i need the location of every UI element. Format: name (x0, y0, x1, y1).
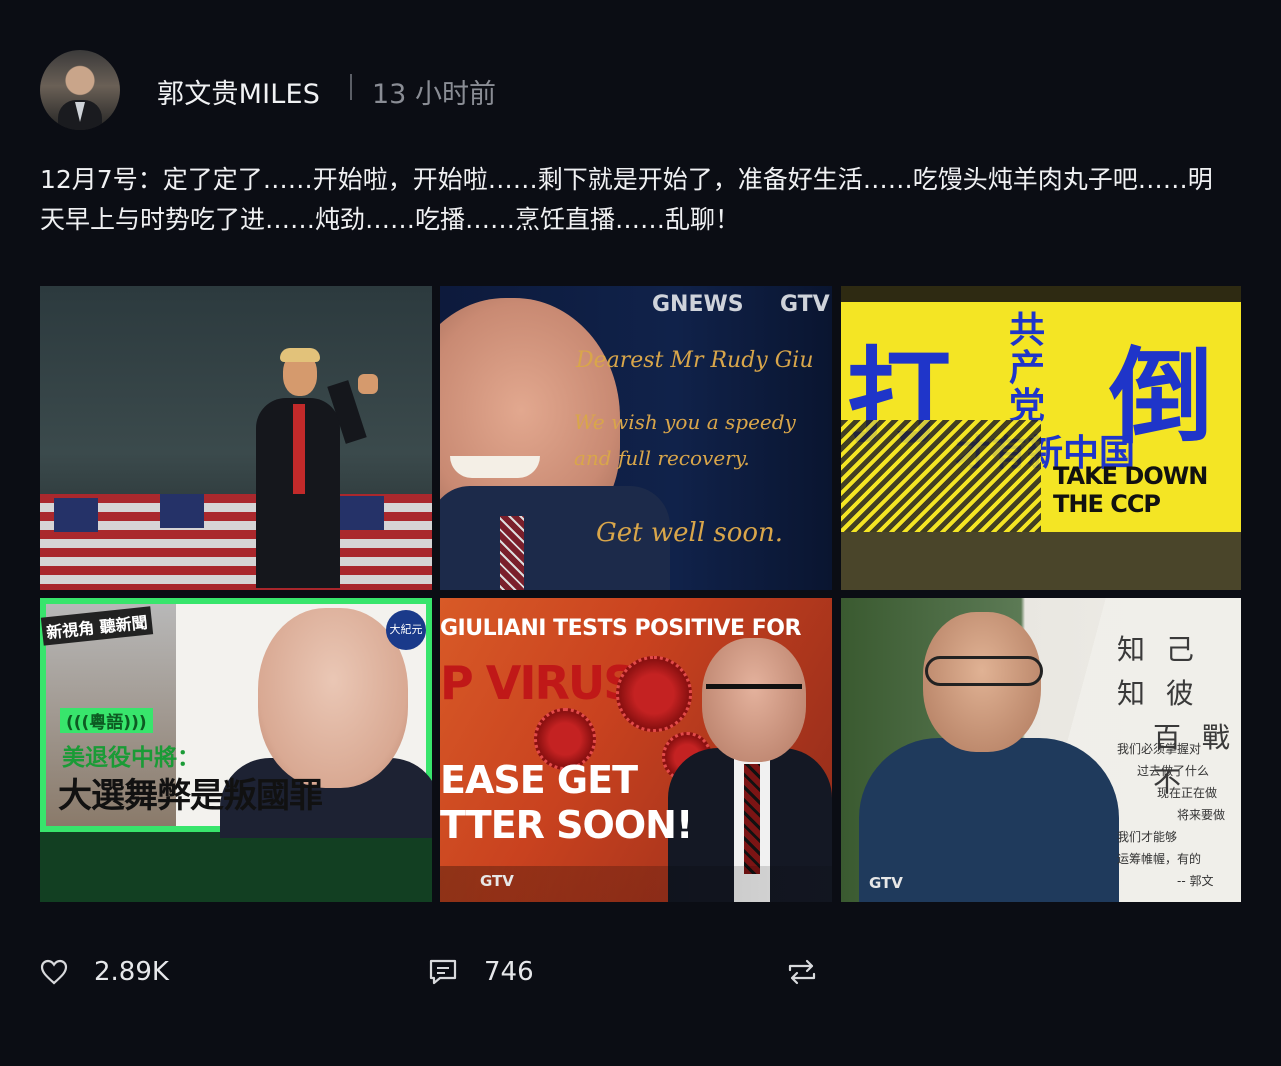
quote-line: 我们必须掌握对 (1117, 742, 1202, 756)
image-poster[interactable]: 打 共产党 倒 才有新中国 TAKE DOWN THE CCP (841, 286, 1241, 590)
image-news-thumb[interactable]: 新視角 聽新聞 大紀元 (((粵語))) 美退役中將： 大選舞弊是叛國罪 (40, 598, 432, 902)
image-grid: GNEWS GTV Dearest Mr Rudy Giu We wish yo… (40, 286, 1241, 902)
poster-top-band (841, 286, 1241, 302)
language-tag: (((粵語))) (60, 708, 153, 733)
gtv-logo: GTV (480, 872, 514, 890)
image-get-well-card[interactable]: GNEWS GTV Dearest Mr Rudy Giu We wish yo… (440, 286, 832, 590)
image-rally[interactable] (40, 286, 432, 590)
action-bar: 2.89K 746 (0, 940, 1281, 1004)
man-tie (744, 764, 760, 874)
person-fist (358, 374, 378, 394)
quote-line: 过去做了什么 (1137, 764, 1210, 778)
glasses (925, 656, 1043, 686)
gtv-logo: GTV (780, 292, 830, 317)
poster-char-2: 共产党 (1009, 310, 1046, 427)
card-line-4: Get well soon. (596, 518, 784, 548)
image-portrait[interactable]: 知 己 知 彼 百 戰 不 我们必须掌握对 过去做了什么 现在正在做 将来要做 … (841, 598, 1241, 902)
post-time: 13 小时前 (372, 79, 496, 110)
comment-icon (428, 958, 458, 986)
header-divider (350, 74, 352, 100)
post-card: 郭文贵MILES 13 小时前 12月7号：定了定了……开始啦，开始啦……剩下就… (0, 0, 1281, 1066)
post-text: 12月7号：定了定了……开始啦，开始啦……剩下就是开始了，准备好生活……吃馒头炖… (40, 165, 1213, 234)
man-head (258, 608, 408, 788)
virus-text: P VIRUS (440, 656, 636, 710)
heart-icon (40, 959, 68, 985)
quote-line: 现在正在做 (1157, 786, 1218, 800)
like-button[interactable]: 2.89K (40, 940, 169, 1004)
flag-canton (160, 494, 204, 528)
card-line-2: We wish you a speedy (574, 410, 796, 434)
repost-icon (786, 958, 818, 986)
quote-line: 我们才能够 (1117, 830, 1178, 844)
please-text: EASE GET (440, 758, 638, 802)
avatar[interactable] (40, 50, 120, 130)
person-tie (293, 404, 305, 494)
glasses (706, 684, 802, 711)
epoch-times-badge: 大紀元 (386, 610, 426, 650)
gtv-logo: GTV (869, 874, 903, 892)
author-name[interactable]: 郭文贵MILES (157, 72, 320, 111)
man-tie (500, 516, 524, 590)
poster-bottom-band (841, 532, 1241, 590)
comment-count: 746 (484, 957, 534, 987)
card-line-3: and full recovery. (574, 446, 750, 470)
virus-icon (616, 656, 692, 732)
quote-lines: 我们必须掌握对 过去做了什么 现在正在做 将来要做 我们才能够 运筹帷幄，有的 … (1117, 738, 1225, 892)
calligraphy-line-1: 知 己 知 彼 (1117, 633, 1200, 710)
poster-english: TAKE DOWN THE CCP (1053, 462, 1208, 518)
flag-canton (54, 498, 98, 532)
card-line-1: Dearest Mr Rudy Giu (576, 348, 814, 373)
quote-line: 运筹帷幄，有的 (1117, 852, 1202, 866)
poster-soldiers (841, 420, 1041, 532)
comment-button[interactable]: 746 (428, 940, 534, 1004)
person-hair (280, 348, 320, 362)
headline-line-2: 大選舞弊是叛國罪 (58, 776, 323, 816)
quote-line: -- 郭文 (1177, 874, 1214, 888)
headline-line-1: 美退役中將： (62, 745, 200, 771)
better-text: TTER SOON! (440, 803, 693, 847)
like-count: 2.89K (94, 957, 169, 987)
smile (450, 456, 540, 478)
repost-button[interactable] (786, 940, 818, 1004)
flag-canton (340, 496, 384, 530)
gnews-logo: GNEWS (652, 292, 744, 317)
quote-line: 将来要做 (1177, 808, 1226, 822)
image-covid-thumb[interactable]: GIULIANI TESTS POSITIVE FOR P VIRUS EASE… (440, 598, 832, 902)
